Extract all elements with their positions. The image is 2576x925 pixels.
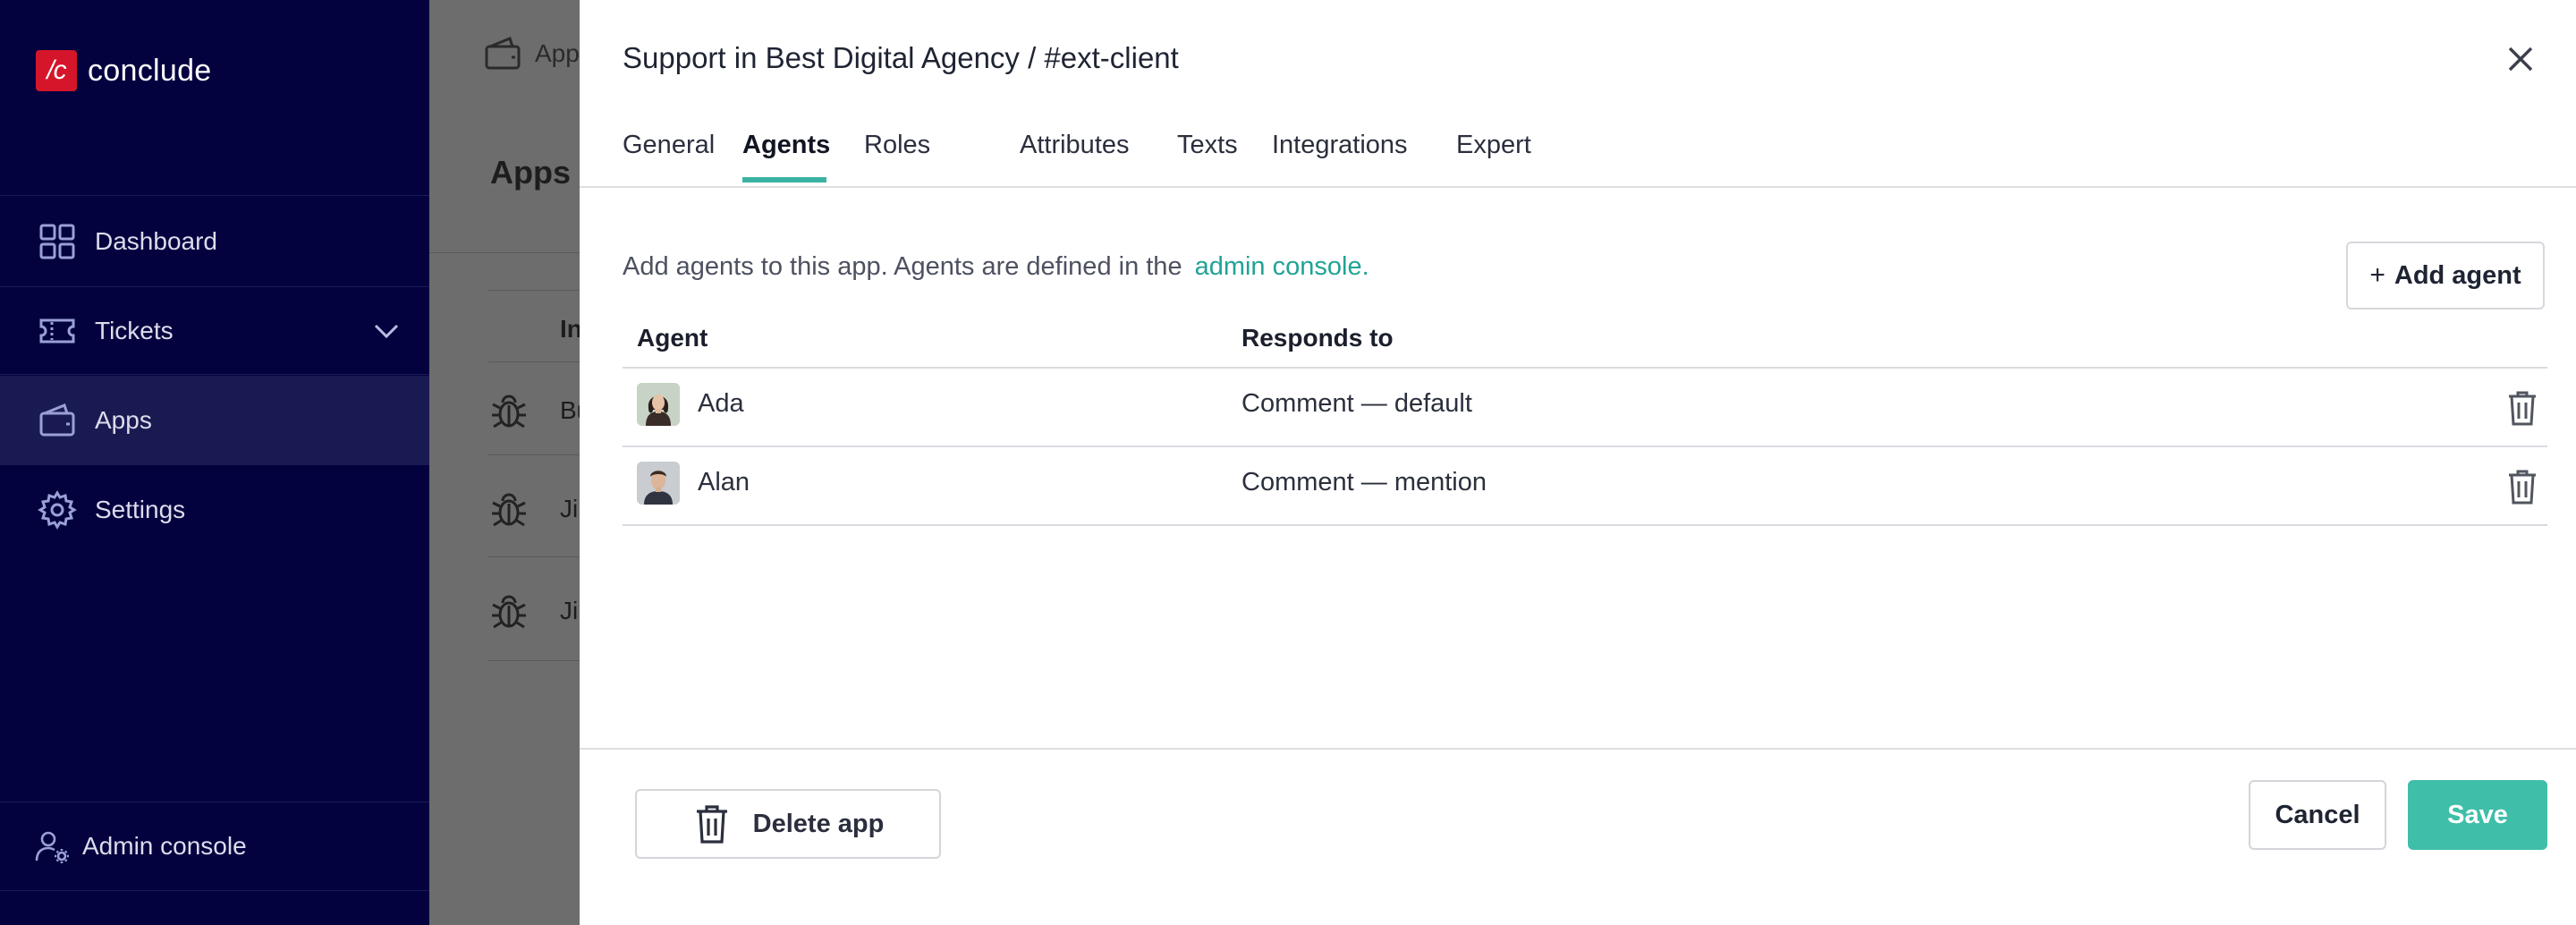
divider (488, 361, 580, 362)
sidebar: /c conclude Dashboard Tickets Apps Setti… (0, 0, 429, 925)
tab-integrations[interactable]: Integrations (1272, 131, 1408, 160)
tab-agents[interactable]: Agents (742, 131, 830, 160)
trash-icon (696, 805, 727, 844)
intro-text-label: Add agents to this app. Agents are defin… (623, 252, 1182, 281)
ticket-icon (38, 311, 77, 351)
sidebar-item-dashboard[interactable]: Dashboard (0, 197, 429, 286)
column-header: In (560, 315, 580, 343)
column-header-agent: Agent (637, 324, 708, 352)
panel-title: Support in Best Digital Agency / #ext-cl… (623, 41, 1179, 74)
intro-text: Add agents to this app. Agents are defin… (623, 252, 1369, 282)
responds-to-value: Comment — mention (1241, 468, 1487, 496)
admin-console-link[interactable]: Admin console (0, 802, 429, 891)
bug-icon (492, 595, 526, 629)
sidebar-item-label: Dashboard (95, 227, 217, 255)
dashboard-grid-icon (38, 222, 77, 261)
list-item: Bu (488, 390, 580, 431)
column-header-responds-to: Responds to (1241, 324, 1394, 352)
sidebar-item-apps[interactable]: Apps (0, 376, 429, 465)
table-row: Ada Comment — default (623, 369, 2547, 447)
admin-console-link[interactable]: admin console. (1195, 252, 1369, 281)
divider (429, 252, 580, 253)
agent-name: Ada (698, 389, 744, 418)
avatar (637, 462, 680, 505)
gear-icon (38, 490, 77, 530)
agent-name: Alan (698, 468, 750, 496)
page-title: Apps t (490, 154, 580, 191)
bug-icon (492, 493, 526, 527)
brand-logo[interactable]: /c conclude (36, 50, 212, 91)
close-icon[interactable] (2504, 43, 2537, 75)
divider (488, 556, 580, 557)
breadcrumb-label: Apps (535, 39, 580, 67)
table-divider (623, 524, 2547, 526)
list-item-label: Ji (560, 495, 579, 522)
delete-app-button[interactable]: Delete app (635, 789, 941, 859)
responds-to-value: Comment — default (1241, 389, 1472, 418)
list-item-label: Bu (560, 396, 580, 424)
chevron-down-icon[interactable] (370, 315, 402, 347)
table-row: Alan Comment — mention (623, 447, 2547, 526)
wallet-icon (38, 401, 77, 440)
sidebar-item-label: Apps (95, 406, 152, 434)
plus-icon: + (2369, 260, 2385, 290)
tab-expert[interactable]: Expert (1456, 131, 1531, 160)
tab-roles[interactable]: Roles (864, 131, 930, 160)
bug-icon (492, 395, 526, 429)
nav-divider (0, 374, 429, 375)
add-agent-button[interactable]: + Add agent (2346, 242, 2545, 310)
tab-texts[interactable]: Texts (1177, 131, 1238, 160)
divider (488, 454, 580, 455)
active-tab-indicator (742, 177, 826, 182)
save-button[interactable]: Save (2408, 780, 2547, 850)
tabs-divider (580, 186, 2576, 188)
wallet-icon (485, 37, 521, 70)
logo-mark: /c (36, 50, 77, 91)
trash-icon[interactable] (2504, 388, 2540, 428)
sidebar-item-label: Tickets (95, 317, 174, 344)
tab-general[interactable]: General (623, 131, 715, 160)
tab-attributes[interactable]: Attributes (1020, 131, 1130, 160)
avatar (637, 383, 680, 426)
divider (488, 660, 580, 661)
divider (488, 290, 580, 291)
trash-icon[interactable] (2504, 467, 2540, 506)
logo-text: conclude (88, 53, 212, 88)
nav-divider (0, 195, 429, 196)
list-item: Ji (488, 590, 578, 632)
background-page-overlay[interactable]: Apps Apps t In Bu Ji Ji (429, 0, 580, 925)
admin-console-label: Admin console (82, 832, 247, 860)
footer-divider (580, 748, 2576, 750)
list-item: Ji (488, 488, 578, 530)
sidebar-item-tickets[interactable]: Tickets (0, 286, 429, 376)
list-item-label: Ji (560, 597, 579, 624)
cancel-button[interactable]: Cancel (2249, 780, 2386, 850)
app-settings-panel: Support in Best Digital Agency / #ext-cl… (580, 0, 2576, 925)
user-settings-icon (34, 828, 70, 864)
sidebar-item-label: Settings (95, 496, 186, 523)
sidebar-item-settings[interactable]: Settings (0, 465, 429, 555)
delete-app-label: Delete app (752, 809, 885, 838)
add-agent-label: Add agent (2394, 260, 2521, 290)
breadcrumb: Apps (483, 34, 580, 73)
